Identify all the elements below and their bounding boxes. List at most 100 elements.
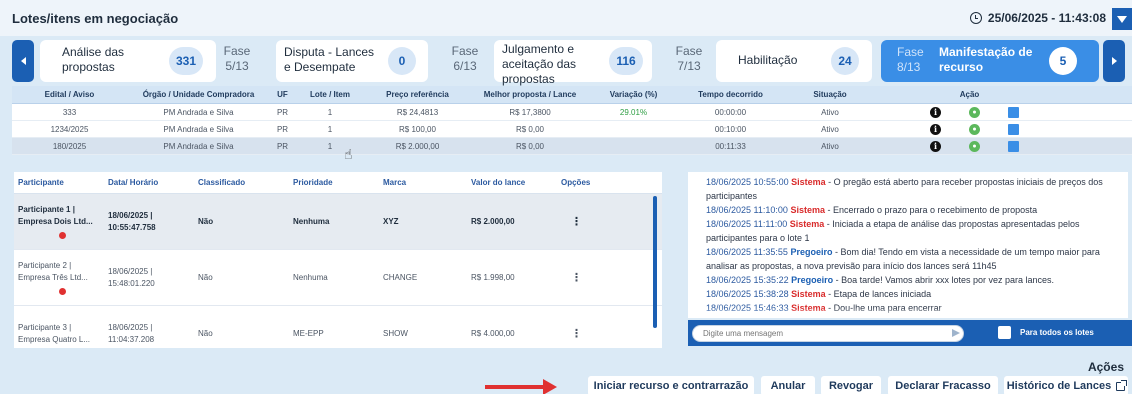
log-message: Etapa de lances iniciada (833, 289, 932, 299)
log-timestamp: 18/06/2025 11:35:55 (706, 247, 788, 257)
info-icon[interactable]: i (930, 140, 941, 152)
info-icon[interactable]: i (930, 106, 941, 118)
log-entry: 18/06/2025 10:55:00 Sistema - O pregão e… (706, 177, 1103, 201)
kebab-menu-icon[interactable]: ⋮ (557, 250, 637, 305)
cell-date: 18/06/2025 | 11:04:37.208 (108, 322, 155, 344)
declare-failure-button[interactable]: Declarar Fracasso (888, 376, 998, 394)
phase-card-analise[interactable]: Análise das propostas 331 (40, 40, 216, 82)
green-status-icon[interactable]: ● (969, 140, 980, 152)
chevron-left-icon (20, 57, 26, 65)
col-header[interactable]: Data/ Horário (104, 172, 194, 193)
table-row[interactable]: 333 PM Andrada e Silva PR 1 R$ 24,4813 R… (12, 104, 1132, 121)
filter-icon (1117, 15, 1127, 23)
phases-prev-button[interactable] (12, 40, 34, 82)
cell-edital: 333 (62, 107, 77, 117)
cell-tempo: 00:11:33 (715, 141, 746, 151)
phase-card-julgamento[interactable]: Julgamento e aceitação das propostas 116 (494, 40, 652, 86)
cell-uf: PR (276, 124, 289, 134)
log-entry: 18/06/2025 11:35:55 Pregoeiro - Bom dia!… (706, 247, 1100, 271)
filter-button[interactable] (1112, 8, 1132, 30)
cell-orgao: PM Andrada e Silva (163, 124, 234, 134)
col-header[interactable]: Órgão / Unidade Compradora (127, 86, 270, 103)
blue-square-icon[interactable] (1008, 106, 1019, 118)
col-header: Ação (959, 90, 980, 99)
info-icon[interactable]: i (930, 123, 941, 135)
col-header[interactable]: Classificado (194, 172, 289, 193)
log-author: Sistema (790, 205, 825, 215)
phase-number: Fase 8/13 (897, 45, 924, 74)
cell-situacao: Ativo (821, 107, 839, 117)
green-status-icon[interactable]: ● (969, 106, 980, 118)
cell-date: 18/06/2025 | 10:55:47.758 (108, 210, 156, 232)
chevron-right-icon (1111, 57, 1117, 65)
cell-date: 18/06/2025 | 15:48:01.220 (108, 266, 155, 288)
cell-valor: R$ 1.998,00 (471, 272, 515, 282)
phase-card-habilitacao[interactable]: Habilitação 24 (716, 40, 872, 82)
col-header[interactable]: Edital / Aviso (12, 86, 127, 103)
col-header[interactable]: Melhor proposta / Lance (470, 86, 590, 103)
table-row-selected[interactable]: 180/2025 PM Andrada e Silva PR 1 R$ 2.00… (12, 138, 1132, 155)
log-timestamp: 18/06/2025 15:35:22 (706, 275, 789, 285)
cell-marca: XYZ (383, 216, 399, 226)
col-header[interactable]: Variação (%) (590, 86, 677, 103)
external-link-icon (1116, 379, 1128, 391)
clock-icon (969, 12, 982, 24)
participant-cell: Participante 1 | Empresa Dois Ltd... (14, 194, 104, 249)
start-appeal-button[interactable]: Iniciar recurso e contrarrazão (588, 376, 754, 394)
cell-acao: i ● (876, 138, 1063, 154)
event-log: 18/06/2025 10:55:00 Sistema - O pregão e… (688, 172, 1128, 318)
log-entry: 18/06/2025 11:10:00 Sistema - Encerrado … (706, 205, 1038, 215)
phase-card-disputa[interactable]: Disputa - Lances e Desempate 0 (276, 40, 428, 82)
col-header[interactable]: Lote / Item (295, 86, 365, 103)
log-message: Encerrado o prazo para o recebimento de … (832, 205, 1038, 215)
cell-edital: 180/2025 (52, 141, 87, 151)
log-timestamp: 18/06/2025 10:55:00 (706, 177, 789, 187)
green-status-icon[interactable]: ● (969, 123, 980, 135)
cell-orgao: PM Andrada e Silva (163, 107, 234, 117)
revoke-button[interactable]: Revogar (821, 376, 881, 394)
kebab-menu-icon[interactable]: ⋮ (557, 306, 637, 348)
lots-table-header: Edital / Aviso Órgão / Unidade Comprador… (12, 86, 1132, 104)
annul-button[interactable]: Anular (761, 376, 815, 394)
phases-next-button[interactable] (1103, 40, 1125, 82)
log-entry: 18/06/2025 15:35:22 Pregoeiro - Boa tard… (706, 275, 1055, 285)
col-header[interactable]: Tempo decorrido (677, 86, 784, 103)
actions-title: Ações (1087, 360, 1124, 374)
participant-row[interactable]: Participante 3 | Empresa Quatro L... 18/… (14, 306, 662, 348)
col-header[interactable]: Marca (379, 172, 467, 193)
col-header[interactable]: Prioridade (289, 172, 379, 193)
blue-square-icon[interactable] (1008, 140, 1019, 152)
log-author: Sistema (789, 219, 825, 229)
participant-name: Participante 1 | Empresa Dois Ltd... (18, 205, 93, 226)
bid-history-button[interactable]: Histórico de Lances (1004, 376, 1128, 394)
phase-number: Fase 5/13 (223, 44, 251, 73)
cell-uf: PR (276, 141, 289, 151)
cell-acao: i ● (876, 121, 1063, 137)
send-icon[interactable] (952, 329, 960, 337)
col-header[interactable]: UF (270, 86, 295, 103)
col-header[interactable]: Valor do lance (467, 172, 557, 193)
page-title: Lotes/itens em negociação (12, 11, 179, 26)
cell-lote: 1 (327, 124, 333, 134)
datetime-display: 25/06/2025 - 11:43:08 (969, 11, 1106, 25)
message-input[interactable] (692, 325, 964, 342)
col-header[interactable]: Participante (14, 172, 104, 193)
phase-card-recurso-active[interactable]: Fase 8/13 Manifestação de recurso 5 (881, 40, 1099, 82)
phase-name: Manifestação de recurso (939, 45, 1033, 74)
participant-row[interactable]: Participante 2 | Empresa Três Ltd... 18/… (14, 250, 662, 306)
col-header[interactable]: Situação (784, 86, 876, 103)
header-bar: Lotes/itens em negociação 25/06/2025 - 1… (0, 0, 1132, 36)
cell-variacao (590, 121, 677, 137)
kebab-menu-icon[interactable]: ⋮ (557, 194, 637, 249)
col-header[interactable]: Preço referência (365, 86, 470, 103)
chat-bar: Para todos os lotes (688, 320, 1132, 346)
all-lots-checkbox[interactable] (998, 326, 1011, 339)
blue-square-icon[interactable] (1008, 123, 1019, 135)
phase-count-badge: 0 (388, 47, 416, 75)
participant-row[interactable]: Participante 1 | Empresa Dois Ltd... 18/… (14, 194, 662, 250)
table-row[interactable]: 1234/2025 PM Andrada e Silva PR 1 R$ 100… (12, 121, 1132, 138)
participants-scrollbar[interactable] (653, 196, 657, 328)
cell-situacao: Ativo (821, 141, 839, 151)
cell-marca: CHANGE (383, 272, 418, 282)
cell-preco: R$ 2.000,00 (395, 141, 440, 151)
